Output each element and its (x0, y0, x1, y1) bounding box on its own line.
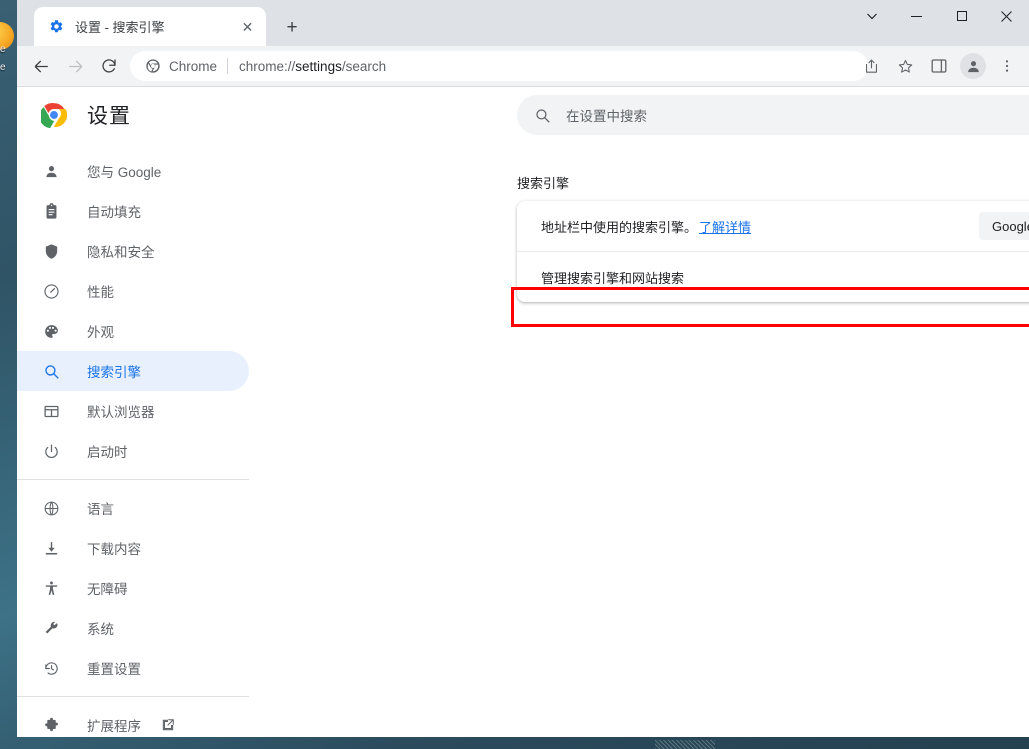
sidebar-item-label: 默认浏览器 (87, 405, 155, 420)
omnibox-chip-label: Chrome (169, 58, 218, 74)
settings-main-content: 在设置中搜索 搜索引擎 地址栏中使用的搜索引擎。 了解详情 Google (249, 87, 1029, 737)
learn-more-link[interactable]: 了解详情 (699, 217, 751, 236)
url-path: /search (341, 58, 387, 74)
new-tab-button[interactable]: + (278, 13, 306, 41)
sidebar-item-label: 隐私和安全 (87, 245, 155, 260)
sidebar-item-privacy-security[interactable]: 隐私和安全 (17, 231, 249, 271)
sidebar-item-default-browser[interactable]: 默认浏览器 (17, 391, 249, 431)
sidebar-item-reset-settings[interactable]: 重置设置 (17, 648, 249, 688)
side-panel-icon[interactable] (925, 52, 953, 80)
search-engine-dropdown[interactable]: Google (979, 212, 1029, 240)
sidebar-item-label: 扩展程序 (87, 719, 141, 734)
sidebar-item-label: 外观 (87, 325, 114, 340)
close-window-button[interactable] (984, 0, 1029, 32)
speedometer-icon (41, 281, 61, 301)
search-input[interactable]: 在设置中搜索 (517, 95, 1029, 135)
default-search-engine-text: 地址栏中使用的搜索引擎。 (541, 219, 698, 235)
gear-icon (48, 19, 64, 35)
chrome-icon (145, 58, 161, 74)
sidebar-item-label: 您与 Google (87, 165, 162, 180)
default-search-engine-row: 地址栏中使用的搜索引擎。 了解详情 Google (517, 201, 1029, 252)
avatar[interactable] (960, 53, 986, 79)
browser-window: 设置 - 搜索引擎 ✕ + Chrome chrome://settings/s… (17, 0, 1029, 737)
desktop-icon-label: e (0, 62, 6, 73)
search-icon (41, 361, 61, 381)
sidebar-item-appearance[interactable]: 外观 (17, 311, 249, 351)
sidebar-item-search-engine[interactable]: 搜索引擎 (17, 351, 249, 391)
sidebar-item-accessibility[interactable]: 无障碍 (17, 568, 249, 608)
settings-page: 设置 您与 Google 自动填充 隐私和安全 性能 外观 搜索引擎 默认浏览器… (17, 87, 1029, 737)
star-icon[interactable] (891, 52, 919, 80)
clipboard-icon (41, 201, 61, 221)
sidebar-item-downloads[interactable]: 下载内容 (17, 528, 249, 568)
search-icon (534, 107, 551, 124)
sidebar-item-label: 重置设置 (87, 662, 141, 677)
sidebar-item-performance[interactable]: 性能 (17, 271, 249, 311)
external-link-icon[interactable] (161, 718, 175, 732)
back-arrow-icon[interactable] (26, 51, 56, 81)
sidebar-item-extensions[interactable]: 扩展程序 (17, 705, 249, 737)
share-icon[interactable] (857, 52, 885, 80)
browser-window-icon (41, 401, 61, 421)
sidebar-group-main: 您与 Google 自动填充 隐私和安全 性能 外观 搜索引擎 默认浏览器 启动… (17, 143, 249, 471)
sidebar-item-on-startup[interactable]: 启动时 (17, 431, 249, 471)
desktop-texture (655, 740, 715, 749)
sidebar-item-label: 语言 (87, 502, 114, 517)
window-controls (849, 0, 1029, 46)
power-icon (41, 441, 61, 461)
omnibox-separator (227, 58, 229, 74)
forward-arrow-icon[interactable] (60, 51, 90, 81)
sidebar-item-label: 系统 (87, 622, 114, 637)
desktop-icon-label: e (0, 44, 6, 55)
default-search-engine-label: 地址栏中使用的搜索引擎。 了解详情 (541, 217, 751, 236)
palette-icon (41, 321, 61, 341)
maximize-button[interactable] (939, 0, 984, 32)
accessibility-icon (41, 578, 61, 598)
section-title: 搜索引擎 (517, 176, 570, 191)
browser-toolbar: Chrome chrome://settings/search (17, 46, 1029, 87)
tab-title: 设置 - 搜索引擎 (75, 20, 165, 35)
toolbar-actions (854, 46, 1023, 86)
sidebar-item-autofill[interactable]: 自动填充 (17, 191, 249, 231)
sidebar-item-label: 下载内容 (87, 542, 141, 557)
sidebar-item-label: 自动填充 (87, 205, 141, 220)
chrome-logo-icon (39, 102, 68, 129)
manage-search-engines-row[interactable]: 管理搜索引擎和网站搜索 (517, 252, 1029, 302)
sidebar-item-label: 无障碍 (87, 582, 128, 597)
puzzle-icon (41, 715, 61, 735)
search-engine-selected-value: Google (992, 218, 1029, 234)
three-dot-menu-icon[interactable] (993, 52, 1021, 80)
search-placeholder: 在设置中搜索 (566, 109, 647, 124)
page-title: 设置 (87, 105, 131, 128)
person-icon (41, 161, 61, 181)
download-icon (41, 538, 61, 558)
tab-settings[interactable]: 设置 - 搜索引擎 ✕ (34, 7, 266, 46)
settings-sidebar: 设置 您与 Google 自动填充 隐私和安全 性能 外观 搜索引擎 默认浏览器… (17, 87, 270, 737)
chevron-down-icon[interactable] (849, 0, 894, 32)
sidebar-item-languages[interactable]: 语言 (17, 488, 249, 528)
minimize-button[interactable] (894, 0, 939, 32)
settings-header: 设置 (17, 87, 249, 143)
manage-search-engines-label: 管理搜索引擎和网站搜索 (541, 270, 685, 286)
close-icon[interactable]: ✕ (239, 18, 256, 35)
shield-icon (41, 241, 61, 261)
history-restore-icon (41, 658, 61, 678)
omnibox-url: chrome://settings/search (239, 59, 386, 74)
sidebar-item-label: 性能 (87, 285, 114, 300)
search-engine-card: 地址栏中使用的搜索引擎。 了解详情 Google 管理搜索引擎和网站搜索 (517, 201, 1029, 302)
wrench-icon (41, 618, 61, 638)
tab-strip: 设置 - 搜索引擎 ✕ + (17, 0, 1029, 46)
sidebar-group-extensions: 扩展程序 (17, 696, 249, 737)
sidebar-item-label: 启动时 (87, 445, 128, 460)
sidebar-item-label: 搜索引擎 (87, 365, 141, 380)
sidebar-group-advanced: 语言 下载内容 无障碍 系统 重置设置 (17, 479, 249, 688)
sidebar-item-system[interactable]: 系统 (17, 608, 249, 648)
reload-icon[interactable] (94, 51, 124, 81)
url-host: settings (295, 58, 342, 74)
globe-icon (41, 498, 61, 518)
url-prefix: chrome:// (239, 58, 296, 74)
address-bar[interactable]: Chrome chrome://settings/search (130, 51, 868, 81)
sidebar-item-you-and-google[interactable]: 您与 Google (17, 151, 249, 191)
